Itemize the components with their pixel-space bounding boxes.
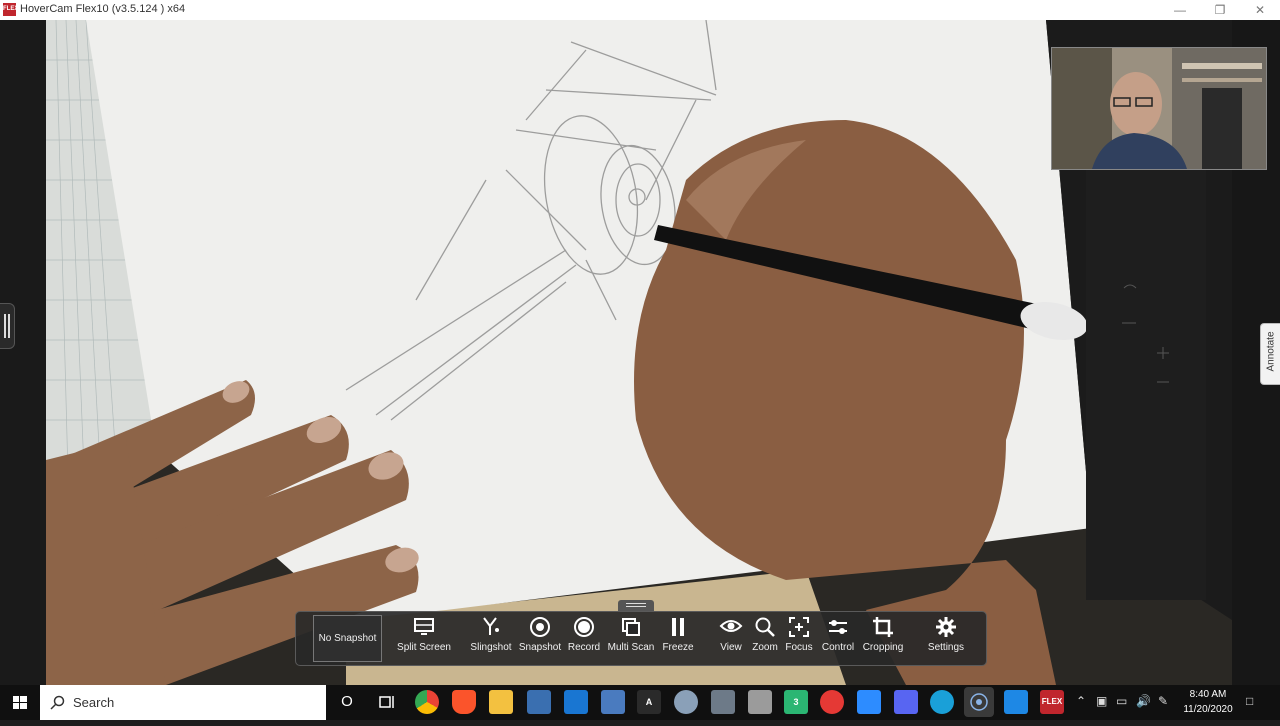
clock-time[interactable]: 8:40 AM [1182,689,1234,700]
restore-icon[interactable]: ❐ [1200,0,1240,20]
left-strip [0,20,46,685]
record-icon [564,616,604,642]
camera-toolbar: No Snapshot Split Screen Slingshot Snaps… [295,611,987,666]
chrome-icon[interactable] [415,690,439,714]
task-view-icon[interactable] [375,690,399,714]
search-placeholder: Search [73,695,115,710]
zoom-app-icon[interactable] [857,690,881,714]
settings-button[interactable]: Settings [922,616,970,662]
tray-app-icon[interactable]: ▣ [1096,694,1107,708]
store-icon[interactable] [527,690,551,714]
discord-icon[interactable] [894,690,918,714]
hovercam-app-icon: FLEX [3,3,18,16]
flex10-taskbar-icon[interactable]: FLEX [1040,690,1064,714]
network-icon[interactable]: ▭ [1116,694,1127,708]
app-bird-icon[interactable] [674,690,698,714]
app-globe-icon[interactable] [930,690,954,714]
calculator-icon[interactable] [601,690,625,714]
window-title: HoverCam Flex10 (v3.5.124 ) x64 [20,3,186,15]
eye-icon [714,616,748,642]
zoom-button[interactable]: Zoom [748,616,782,662]
notification-icon[interactable]: □ [1246,694,1253,708]
snapshot-label: Snapshot [518,642,562,653]
mail-icon[interactable] [564,690,588,714]
zoom-label: Zoom [752,642,778,653]
view-button[interactable]: View [714,616,748,662]
freeze-icon [658,616,698,642]
cropping-button[interactable]: Cropping [858,616,908,662]
app-cap-icon[interactable] [748,690,772,714]
control-icon [818,616,858,642]
zoom-icon [748,616,782,642]
pen-icon[interactable]: ✎ [1158,694,1168,708]
control-button[interactable]: Control [818,616,858,662]
webcam-pip[interactable] [1051,47,1267,170]
multi-scan-label: Multi Scan [607,642,655,653]
slingshot-icon [466,616,516,642]
record-button[interactable]: Record [564,616,604,662]
multi-scan-button[interactable]: Multi Scan [606,616,656,662]
gear-icon [922,616,970,642]
cropping-label: Cropping [862,642,904,653]
snapshot-button[interactable]: Snapshot [516,616,564,662]
volume-icon[interactable]: 🔊 [1136,694,1151,708]
taskbar-search-box[interactable]: Search [40,685,326,720]
split-screen-label: Split Screen [397,642,451,653]
app-chat-icon[interactable] [1004,690,1028,714]
slingshot-label: Slingshot [470,642,512,653]
focus-icon [782,616,816,642]
focus-button[interactable]: Focus [782,616,816,662]
webcam-feed [1052,48,1266,169]
focus-label: Focus [785,642,813,653]
clock-date[interactable]: 11/20/2020 [1180,704,1236,715]
app-red-icon[interactable] [820,690,844,714]
freeze-label: Freeze [662,642,694,653]
side-panel-handle[interactable] [0,303,15,349]
minimize-icon[interactable]: — [1160,0,1200,20]
cortana-icon[interactable]: O [335,690,359,714]
slingshot-button[interactable]: Slingshot [466,616,516,662]
hovercam-taskbar-icon[interactable] [964,687,994,717]
snapshot-icon [516,616,564,642]
window-title-bar[interactable]: FLEX HoverCam Flex10 (v3.5.124 ) x64 — ❐… [0,0,1280,21]
split-screen-button[interactable]: Split Screen [394,616,454,662]
control-label: Control [821,642,855,653]
camera-view[interactable]: Annotate No Snapshot Split Screen Slings… [0,20,1280,685]
settings-label: Settings [927,642,965,653]
adobe-icon[interactable]: A [637,690,661,714]
crop-icon [858,616,908,642]
annotate-label: Annotate [1265,331,1277,372]
record-label: Record [567,642,601,653]
app-wing-icon[interactable] [711,690,735,714]
start-button[interactable] [0,685,40,720]
file-explorer-icon[interactable] [489,690,513,714]
brave-icon[interactable] [452,690,476,714]
app-3-icon[interactable]: 3 [784,690,808,714]
multi-scan-icon [606,616,656,642]
freeze-button[interactable]: Freeze [658,616,698,662]
close-icon[interactable]: ✕ [1240,0,1280,20]
show-hidden-icons-icon[interactable]: ⌃ [1076,694,1086,708]
no-snapshot-thumbnail[interactable]: No Snapshot [313,615,382,662]
windows-taskbar: Search O A 3 FLEX ⌃ ▣ ▭ 🔊 ✎ 8:40 AM 11/2… [0,685,1280,720]
annotate-tab[interactable]: Annotate [1260,323,1280,385]
view-label: View [720,642,742,653]
split-screen-icon [394,616,454,642]
windows-logo-icon [13,696,27,709]
search-icon [50,695,65,710]
